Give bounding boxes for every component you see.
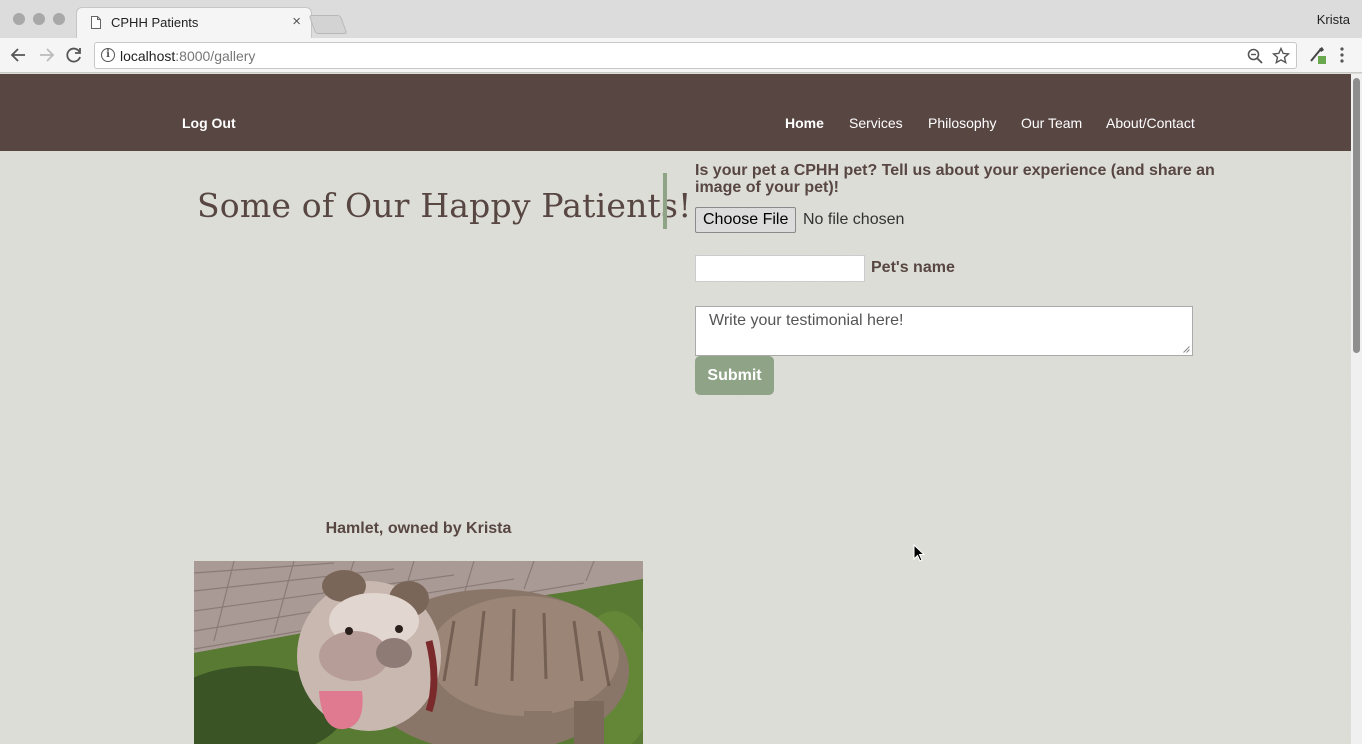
document-icon bbox=[91, 16, 101, 29]
testimonial-prompt: Is your pet a CPHH pet? Tell us about yo… bbox=[695, 162, 1215, 196]
close-tab-icon[interactable]: × bbox=[292, 13, 301, 30]
browser-tab[interactable]: CPHH Patients × bbox=[76, 7, 312, 38]
nav-philosophy[interactable]: Philosophy bbox=[928, 115, 997, 131]
testimonial-placeholder: Write your testimonial here! bbox=[709, 312, 904, 329]
url-text: localhost:8000/gallery bbox=[120, 48, 256, 64]
browser-toolbar: i localhost:8000/gallery bbox=[0, 38, 1362, 73]
submit-button[interactable]: Submit bbox=[695, 356, 774, 395]
zoom-icon[interactable] bbox=[1246, 47, 1264, 65]
minimize-window-button[interactable] bbox=[33, 13, 45, 25]
site-header: Log Out Home Services Philosophy Our Tea… bbox=[0, 74, 1351, 151]
testimonial-textarea[interactable]: Write your testimonial here! bbox=[695, 306, 1193, 356]
mouse-pointer-icon bbox=[913, 544, 925, 562]
tab-title: CPHH Patients bbox=[111, 15, 199, 30]
new-tab-button[interactable] bbox=[308, 15, 348, 34]
address-bar[interactable]: i localhost:8000/gallery bbox=[94, 42, 1297, 69]
profile-name[interactable]: Krista bbox=[1317, 12, 1350, 27]
zoom-window-button[interactable] bbox=[53, 13, 65, 25]
page-scrollbar[interactable] bbox=[1351, 74, 1362, 744]
browser-menu-icon[interactable] bbox=[1336, 46, 1348, 64]
forward-arrow-icon[interactable] bbox=[36, 45, 56, 65]
page-title: Some of Our Happy Patients! bbox=[197, 186, 692, 225]
nav-our-team[interactable]: Our Team bbox=[1021, 115, 1082, 131]
pet-photo bbox=[194, 561, 643, 744]
pet-caption: Hamlet, owned by Krista bbox=[325, 520, 512, 537]
page-viewport: Log Out Home Services Philosophy Our Tea… bbox=[0, 74, 1351, 744]
site-info-icon[interactable]: i bbox=[101, 48, 115, 62]
pet-name-label: Pet's name bbox=[871, 259, 955, 276]
logout-link[interactable]: Log Out bbox=[182, 115, 236, 131]
reload-icon[interactable] bbox=[64, 45, 84, 65]
nav-about-contact[interactable]: About/Contact bbox=[1106, 115, 1195, 131]
close-window-button[interactable] bbox=[13, 13, 25, 25]
extension-icon[interactable] bbox=[1308, 46, 1326, 64]
file-status: No file chosen bbox=[803, 211, 905, 228]
scrollbar-thumb[interactable] bbox=[1353, 78, 1360, 353]
resize-grip-icon[interactable] bbox=[1183, 346, 1190, 353]
back-arrow-icon[interactable] bbox=[9, 45, 29, 65]
browser-tab-strip: CPHH Patients × Krista bbox=[0, 0, 1362, 38]
pet-name-input[interactable] bbox=[695, 255, 865, 282]
nav-home[interactable]: Home bbox=[785, 115, 824, 131]
bookmark-star-icon[interactable] bbox=[1272, 47, 1290, 65]
title-divider bbox=[663, 173, 667, 229]
nav-services[interactable]: Services bbox=[849, 115, 903, 131]
choose-file-button[interactable]: Choose File bbox=[695, 207, 797, 233]
